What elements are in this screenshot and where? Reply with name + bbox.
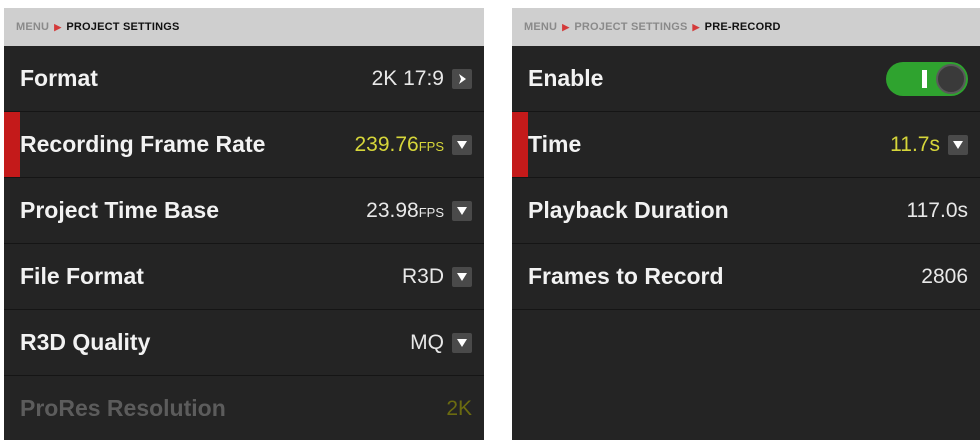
toggle-on-indicator-icon (922, 69, 927, 88)
setting-value-group: 2K 17:9 (372, 67, 472, 91)
setting-row-enable[interactable]: Enable (512, 46, 980, 112)
setting-value-group (886, 61, 968, 96)
breadcrumb: MENU ▶ PROJECT SETTINGS (4, 8, 484, 46)
setting-value-group: MQ (410, 331, 472, 355)
setting-label: Playback Duration (528, 197, 729, 223)
setting-row-r3d-quality[interactable]: R3D Quality MQ (4, 310, 484, 376)
breadcrumb-current: PROJECT SETTINGS (66, 21, 180, 33)
setting-label: Project Time Base (20, 197, 220, 223)
setting-value-group: 117.0s (907, 199, 969, 223)
chevron-down-icon[interactable] (452, 266, 472, 287)
setting-value: 23.98FPS (366, 198, 444, 222)
setting-label: File Format (20, 263, 144, 289)
setting-value-group: 2K (446, 397, 472, 421)
breadcrumb: MENU ▶ PROJECT SETTINGS ▶ PRE-RECORD (512, 8, 980, 46)
setting-value: 117.0s (906, 198, 969, 222)
setting-label: R3D Quality (20, 329, 151, 355)
setting-row-time[interactable]: Time 11.7s (512, 112, 980, 178)
setting-value: 2806 (921, 264, 968, 288)
setting-value-group: 11.7s (890, 133, 968, 157)
setting-row-prores-resolution: ProRes Resolution 2K (4, 376, 484, 440)
setting-row-project-time-base[interactable]: Project Time Base 23.98FPS (4, 178, 484, 244)
breadcrumb-separator-icon: ▶ (562, 21, 570, 32)
breadcrumb-separator-icon: ▶ (54, 21, 62, 32)
chevron-down-icon[interactable] (452, 134, 472, 155)
setting-label: Time (528, 131, 582, 157)
setting-value: 239.76FPS (354, 132, 444, 156)
setting-value-group: 2806 (921, 265, 968, 289)
setting-value: 2K 17:9 (371, 66, 444, 90)
chevron-down-icon[interactable] (452, 332, 472, 353)
setting-row-playback-duration: Playback Duration 117.0s (512, 178, 980, 244)
setting-label: Format (20, 65, 98, 91)
breadcrumb-menu-link[interactable]: MENU (524, 21, 557, 33)
setting-value-group: 239.76FPS (354, 133, 472, 157)
setting-label: Frames to Record (528, 263, 724, 289)
chevron-down-icon[interactable] (452, 200, 472, 221)
setting-value-group: R3D (402, 265, 472, 289)
setting-value-group: 23.98FPS (366, 199, 472, 223)
setting-label: Recording Frame Rate (20, 131, 266, 157)
chevron-down-icon[interactable] (948, 134, 968, 155)
setting-label: Enable (528, 65, 604, 91)
arrow-right-icon[interactable] (452, 68, 472, 89)
setting-value: MQ (410, 330, 444, 354)
setting-row-recording-frame-rate[interactable]: Recording Frame Rate 239.76FPS (4, 112, 484, 178)
breadcrumb-separator-icon: ▶ (692, 21, 700, 32)
enable-toggle[interactable] (886, 61, 968, 96)
setting-value: R3D (401, 264, 444, 288)
project-settings-panel: MENU ▶ PROJECT SETTINGS Format 2K 17:9 R… (4, 8, 484, 440)
setting-row-frames-to-record: Frames to Record 2806 (512, 244, 980, 310)
pre-record-panel: MENU ▶ PROJECT SETTINGS ▶ PRE-RECORD Ena… (512, 8, 980, 440)
setting-label: ProRes Resolution (20, 395, 226, 421)
setting-value: 11.7s (890, 132, 940, 156)
breadcrumb-project-settings-link[interactable]: PROJECT SETTINGS (574, 21, 687, 33)
setting-row-file-format[interactable]: File Format R3D (4, 244, 484, 310)
setting-value: 2K (446, 396, 472, 420)
breadcrumb-menu-link[interactable]: MENU (16, 21, 49, 33)
setting-row-format[interactable]: Format 2K 17:9 (4, 46, 484, 112)
toggle-knob (936, 63, 966, 94)
breadcrumb-current: PRE-RECORD (704, 21, 781, 33)
